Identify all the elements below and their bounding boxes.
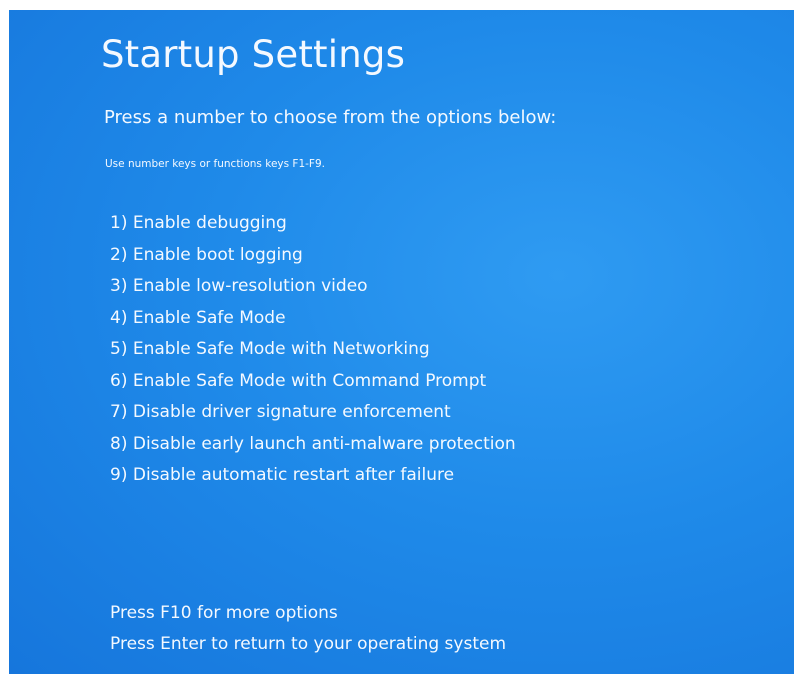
option-safe-mode-networking[interactable]: 5) Enable Safe Mode with Networking	[110, 334, 516, 366]
instruction-text: Press a number to choose from the option…	[104, 107, 557, 128]
option-safe-mode-command-prompt[interactable]: 6) Enable Safe Mode with Command Prompt	[110, 366, 516, 398]
photo-frame: Startup Settings Press a number to choos…	[0, 0, 801, 680]
option-disable-early-launch-antimalware[interactable]: 8) Disable early launch anti-malware pro…	[110, 429, 516, 461]
page-title: Startup Settings	[101, 33, 406, 76]
option-enable-safe-mode[interactable]: 4) Enable Safe Mode	[110, 303, 516, 335]
option-enable-debugging[interactable]: 1) Enable debugging	[110, 208, 516, 240]
option-disable-driver-signature[interactable]: 7) Disable driver signature enforcement	[110, 397, 516, 429]
footer-instructions: Press F10 for more options Press Enter t…	[110, 598, 506, 660]
startup-settings-screen: Startup Settings Press a number to choos…	[9, 10, 794, 674]
option-disable-auto-restart[interactable]: 9) Disable automatic restart after failu…	[110, 460, 516, 492]
return-to-os-link[interactable]: Press Enter to return to your operating …	[110, 629, 506, 660]
keys-hint: Use number keys or functions keys F1-F9.	[105, 158, 325, 170]
option-enable-boot-logging[interactable]: 2) Enable boot logging	[110, 240, 516, 272]
startup-options-list: 1) Enable debugging 2) Enable boot loggi…	[110, 208, 516, 492]
option-enable-low-resolution-video[interactable]: 3) Enable low-resolution video	[110, 271, 516, 303]
more-options-link[interactable]: Press F10 for more options	[110, 598, 506, 629]
